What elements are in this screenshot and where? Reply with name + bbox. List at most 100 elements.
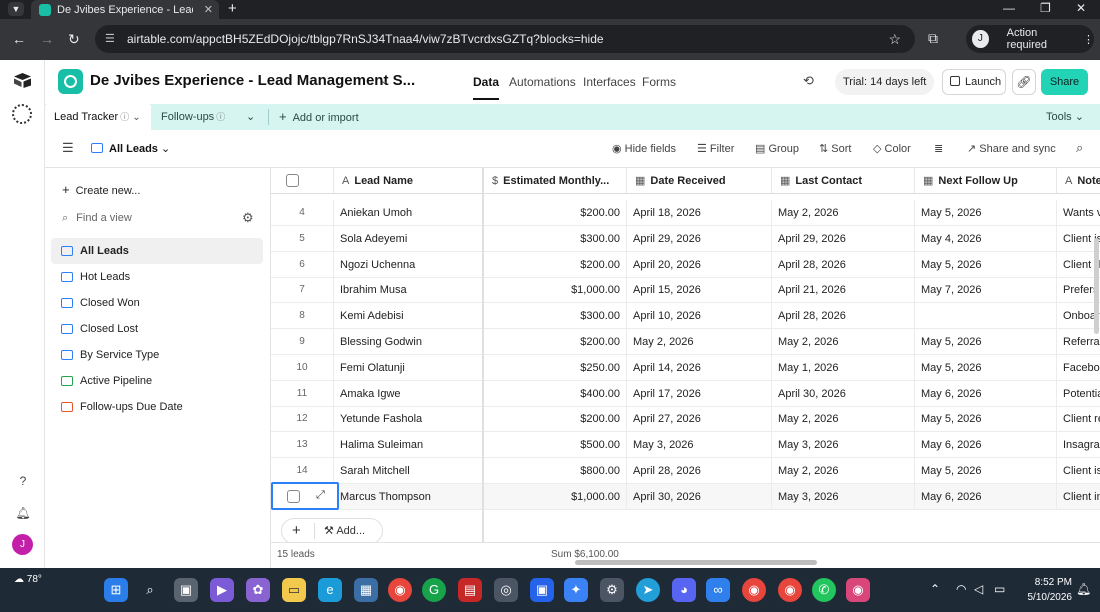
cell-name[interactable]: Kemi Adebisi <box>334 303 484 330</box>
settings-gear-icon[interactable]: ⚙ <box>600 578 624 602</box>
base-menu-chevron-icon[interactable]: ⌄ <box>380 74 389 87</box>
cell-last[interactable]: May 2, 2026 <box>772 406 915 433</box>
table-row[interactable]: 6 Ngozi Uchenna $200.00 April 20, 2026 April… <box>271 251 1100 278</box>
cell-received[interactable]: April 15, 2026 <box>627 277 772 304</box>
whatsapp-icon[interactable]: ✆ <box>812 578 836 602</box>
cell-next[interactable]: May 6, 2026 <box>915 432 1057 459</box>
active-app-icon[interactable]: ◉ <box>846 578 870 602</box>
cell-received[interactable]: April 30, 2026 <box>627 483 772 510</box>
start-menu-icon[interactable]: ⊞ <box>104 578 128 602</box>
more-tables-chevron-icon[interactable]: ⌄ <box>246 104 255 130</box>
store-icon[interactable]: ▦ <box>354 578 378 602</box>
close-window-icon[interactable]: ✕ <box>1076 0 1086 16</box>
launch-button[interactable]: Launch <box>942 69 1006 95</box>
cell-last[interactable]: May 3, 2026 <box>772 483 915 510</box>
search-icon[interactable]: ⌕ <box>138 578 162 602</box>
tab-search-icon[interactable]: ▼ <box>8 2 24 16</box>
column-header-notes[interactable]: A Notes <box>1057 168 1100 194</box>
cell-last[interactable]: May 2, 2026 <box>772 200 915 226</box>
cell-received[interactable]: May 2, 2026 <box>627 329 772 355</box>
settings-gear-icon[interactable]: ⚙ <box>242 210 254 226</box>
cell-notes[interactable]: Potentia <box>1057 381 1100 407</box>
notifications-bell-icon[interactable]: 🔔︎ <box>15 506 31 520</box>
cell-value[interactable]: $1,000.00 <box>484 277 627 304</box>
cell-notes[interactable]: Wants v <box>1057 200 1100 226</box>
cell-value[interactable]: $250.00 <box>484 354 627 381</box>
volume-icon[interactable]: ◁ <box>974 582 983 596</box>
tools-menu[interactable]: Tools ⌄ <box>1046 104 1084 130</box>
sidebar-item-active-pipeline[interactable]: Active Pipeline <box>51 368 263 394</box>
table-row[interactable]: 5 Sola Adeyemi $300.00 April 29, 2026 April … <box>271 225 1100 252</box>
sidebar-toggle-icon[interactable]: ☰ <box>62 140 74 156</box>
row-checkbox[interactable] <box>287 490 300 503</box>
cell-last[interactable]: May 3, 2026 <box>772 432 915 459</box>
search-icon[interactable]: ⌕ <box>1076 140 1083 156</box>
table-row[interactable]: 12 Yetunde Fashola $200.00 April 27, 2026 Ma… <box>271 406 1100 433</box>
discord-icon[interactable]: ◕ <box>672 578 696 602</box>
cell-received[interactable]: April 29, 2026 <box>627 225 772 252</box>
cell-name[interactable]: Aniekan Umoh <box>334 200 484 226</box>
bookmark-star-icon[interactable]: ☆ <box>888 31 901 48</box>
cell-value[interactable]: $500.00 <box>484 432 627 459</box>
cell-received[interactable]: April 27, 2026 <box>627 406 772 433</box>
cell-name[interactable]: Sarah Mitchell <box>334 458 484 484</box>
battery-icon[interactable]: ▭ <box>994 582 1005 596</box>
cell-notes[interactable]: Insagran <box>1057 432 1100 458</box>
chrome-profile-2-icon[interactable]: ◉ <box>778 578 802 602</box>
cell-value[interactable]: $1,000.00 <box>484 483 627 510</box>
new-tab-icon[interactable]: + <box>228 0 237 18</box>
sidebar-item-closed-won[interactable]: Closed Won <box>51 290 263 316</box>
cell-value[interactable]: $800.00 <box>484 458 627 484</box>
nav-data[interactable]: Data <box>473 75 500 100</box>
cell-value[interactable]: $300.00 <box>484 225 627 252</box>
restore-icon[interactable]: ❐ <box>1040 0 1051 16</box>
app-icon[interactable]: ▣ <box>530 578 554 602</box>
cell-received[interactable]: April 14, 2026 <box>627 354 772 381</box>
cell-name[interactable]: Sola Adeyemi <box>334 225 484 252</box>
sum-summary[interactable]: Sum $6,100.00 <box>551 549 619 560</box>
meet-icon[interactable]: ▶ <box>210 578 234 602</box>
select-all-checkbox[interactable] <box>286 174 299 187</box>
system-clock[interactable]: 8:52 PM 5/10/2026 <box>1018 575 1073 605</box>
add-record-button[interactable]: + ⚒ Add... <box>281 518 383 544</box>
cell-name[interactable]: Femi Olatunji <box>334 354 484 381</box>
cell-next[interactable]: May 5, 2026 <box>915 458 1057 484</box>
chrome-icon[interactable]: ◉ <box>388 578 412 602</box>
reload-icon[interactable]: ↻ <box>68 31 80 47</box>
table-row[interactable]: 9 Blessing Godwin $200.00 May 2, 2026 May 2,… <box>271 329 1100 355</box>
site-info-icon[interactable]: ☰ <box>105 32 115 45</box>
browser-menu-icon[interactable]: ⋮ <box>1083 33 1094 46</box>
sidebar-item-all-leads[interactable]: All Leads <box>51 238 263 264</box>
cell-notes[interactable]: Client re <box>1057 406 1100 432</box>
notification-bell-icon[interactable]: 🔔︎ <box>1076 582 1091 596</box>
sidebar-item-by-service-type[interactable]: By Service Type <box>51 342 263 368</box>
sidebar-item-closed-lost[interactable]: Closed Lost <box>51 316 263 342</box>
close-tab-icon[interactable]: ✕ <box>204 3 213 16</box>
group-button[interactable]: ▤ Group <box>755 142 799 155</box>
cell-value[interactable]: $200.00 <box>484 406 627 433</box>
table-tab-lead-tracker[interactable]: Lead Tracker ⓘ ⌄ <box>45 104 151 130</box>
row-height-icon[interactable]: ≣ <box>934 142 943 155</box>
column-header-date-received[interactable]: ▦ Date Received <box>627 168 772 194</box>
base-icon[interactable] <box>58 69 83 94</box>
cell-value[interactable]: $200.00 <box>484 200 627 226</box>
table-row[interactable]: 14 Sarah Mitchell $800.00 April 28, 2026 May… <box>271 458 1100 484</box>
table-row[interactable]: 10 Femi Olatunji $250.00 April 14, 2026 May … <box>271 354 1100 381</box>
airtable-logo-icon[interactable] <box>13 72 32 88</box>
cell-name[interactable]: Ngozi Uchenna <box>334 251 484 278</box>
cell-notes[interactable]: Client in <box>1057 484 1100 510</box>
chevron-down-icon[interactable]: ⌄ <box>132 112 140 123</box>
hide-fields-button[interactable]: ◉ Hide fields <box>612 142 676 155</box>
cell-name[interactable]: Halima Suleiman <box>334 432 484 459</box>
cloud-app-icon[interactable]: ✦ <box>564 578 588 602</box>
user-avatar[interactable]: J <box>12 534 33 555</box>
file-explorer-icon[interactable]: ▭ <box>282 578 306 602</box>
cell-value[interactable]: $200.00 <box>484 329 627 355</box>
cell-name[interactable]: Marcus Thompson <box>334 483 484 510</box>
vertical-scrollbar[interactable] <box>1094 238 1099 334</box>
cell-received[interactable]: April 18, 2026 <box>627 200 772 226</box>
chevron-up-icon[interactable]: ⌃ <box>930 582 940 596</box>
nav-forms[interactable]: Forms <box>642 75 676 89</box>
view-switcher[interactable]: All Leads ⌄ <box>91 142 170 155</box>
table-row[interactable]: 7 Ibrahim Musa $1,000.00 April 15, 2026 Apri… <box>271 277 1100 304</box>
